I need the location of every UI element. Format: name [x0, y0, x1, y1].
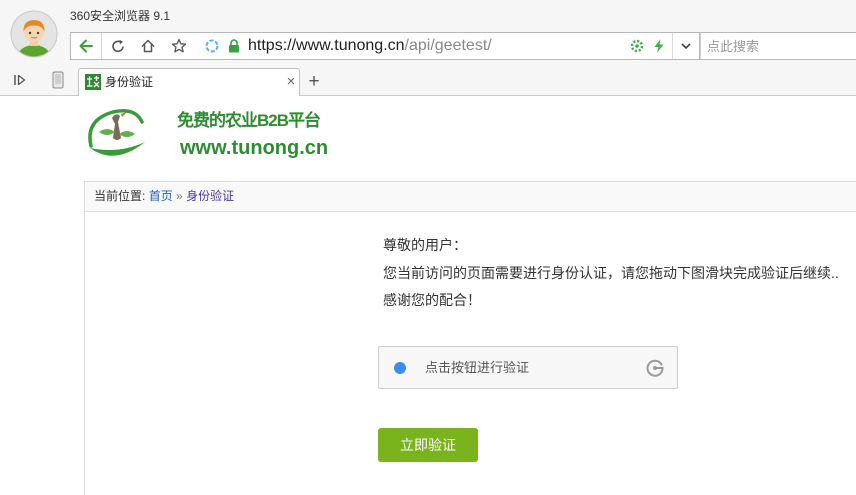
breadcrumb-current-link[interactable]: 身份验证 — [186, 189, 234, 203]
speed-up-button[interactable] — [629, 33, 645, 59]
notice-greeting: 尊敬的用户： — [383, 237, 467, 253]
site-security-button[interactable] — [204, 33, 220, 59]
site-logo[interactable]: 免费的农业B2B平台 www.tunong.cn — [85, 104, 335, 164]
verification-notice: 尊敬的用户： 您当前访问的页面需要进行身份认证，请您拖动下图滑块完成验证后继续.… — [383, 232, 839, 315]
security-icon — [205, 39, 219, 53]
url-path: /api/geetest/ — [404, 37, 492, 54]
favicon-graphic — [85, 74, 101, 90]
submit-verify-button[interactable]: 立即验证 — [378, 428, 478, 462]
home-icon — [141, 39, 155, 53]
notice-message: 您当前访问的页面需要进行身份认证，请您拖动下图滑块完成验证后继续.. — [383, 264, 839, 281]
geetest-logo-icon — [645, 358, 665, 378]
tab-identity-verification[interactable]: 身份验证 × — [78, 68, 300, 96]
lightning-button[interactable] — [652, 33, 666, 59]
browser-chrome: 360安全浏览器 9.1 https://www.tunong.cn/api/g… — [0, 0, 856, 96]
breadcrumb: 当前位置: 首页 » 身份验证 — [84, 181, 856, 212]
speed-up-icon — [630, 39, 644, 53]
geetest-logo-graphic — [646, 359, 664, 377]
logo-domain: www.tunong.cn — [180, 137, 329, 159]
back-button[interactable] — [71, 33, 102, 59]
url-host: https://www.tunong.cn — [248, 37, 405, 54]
mobile-button[interactable] — [52, 71, 64, 89]
address-bar-url[interactable]: https://www.tunong.cn/api/geetest/ — [248, 33, 492, 59]
breadcrumb-separator: » — [176, 189, 183, 203]
new-tab-button[interactable]: + — [305, 70, 323, 94]
favorite-button[interactable] — [167, 33, 191, 59]
lightning-icon — [654, 39, 664, 53]
captcha-status-dot — [394, 362, 406, 374]
lock-icon — [229, 39, 239, 53]
sidebar-toggle-icon — [14, 74, 26, 86]
phone-icon — [52, 71, 64, 89]
breadcrumb-home-link[interactable]: 首页 — [149, 189, 173, 203]
logo-mark — [85, 104, 147, 162]
notice-thanks: 感谢您的配合！ — [383, 292, 481, 308]
address-dropdown-button[interactable] — [672, 33, 699, 59]
site-favicon-icon — [85, 74, 101, 90]
star-icon — [171, 38, 187, 53]
sidebar-toggle-button[interactable] — [13, 73, 27, 87]
home-button[interactable] — [136, 33, 160, 59]
refresh-button[interactable] — [106, 33, 130, 59]
back-arrow-icon — [79, 39, 93, 53]
logo-mark-graphic — [88, 109, 145, 156]
avatar-graphic — [10, 10, 58, 58]
search-box — [700, 32, 856, 60]
chevron-down-icon — [681, 43, 691, 50]
captcha-verify-button[interactable]: 点击按钮进行验证 — [378, 346, 678, 389]
breadcrumb-label: 当前位置: — [94, 189, 146, 203]
address-toolbar: https://www.tunong.cn/api/geetest/ — [70, 32, 700, 60]
captcha-prompt: 点击按钮进行验证 — [425, 360, 530, 375]
search-input[interactable] — [701, 33, 856, 59]
ssl-lock-button[interactable] — [227, 33, 241, 59]
refresh-icon — [112, 39, 124, 53]
window-title: 360安全浏览器 9.1 — [70, 9, 171, 23]
user-avatar-icon[interactable] — [10, 10, 58, 58]
tab-label: 身份验证 — [105, 75, 154, 89]
logo-slogan: 免费的农业B2B平台 — [177, 111, 321, 130]
tab-close-button[interactable]: × — [284, 69, 298, 95]
